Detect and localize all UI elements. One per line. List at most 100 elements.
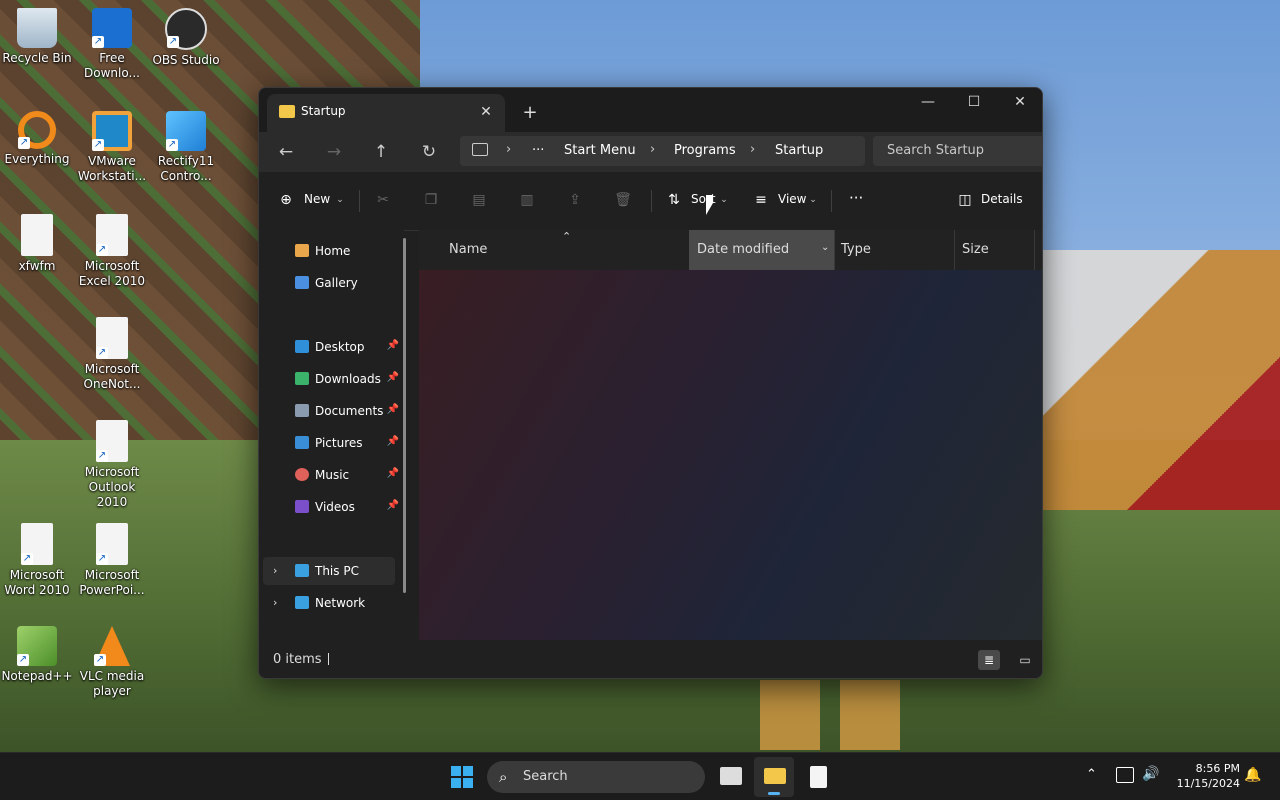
volume-icon[interactable]: 🔊 [1142, 766, 1159, 782]
more-options-button[interactable]: ··· [849, 189, 863, 207]
notification-bell-icon[interactable]: 🔔 [1244, 767, 1261, 783]
downloads-icon [295, 372, 309, 385]
more-crumbs-button[interactable]: ··· [532, 143, 544, 158]
this-pc-icon [472, 143, 488, 156]
pin-icon: 📌 [386, 468, 399, 479]
rename-icon[interactable]: ▥ [518, 191, 536, 209]
minimize-button[interactable]: — [905, 88, 951, 118]
taskbar: ⌕ Search ⌃ 🔊 8:56 PM 11/15/2024 🔔 [0, 752, 1280, 800]
new-button[interactable]: New [304, 192, 330, 206]
column-size[interactable]: Size [962, 242, 989, 257]
notepadpp-icon: ↗ [17, 626, 57, 666]
view-icon: ≡ [755, 192, 767, 208]
desktop-icon-vmware[interactable]: ↗ VMware Workstati... [75, 105, 149, 184]
tab-title: Startup [301, 104, 346, 118]
desktop-icon-word[interactable]: ↗ Microsoft Word 2010 [0, 517, 74, 598]
desktop-icon-rectify11[interactable]: ↗ Rectify11 Contro... [149, 105, 223, 184]
desktop-icon-obs-studio[interactable]: ↗ OBS Studio [149, 2, 223, 68]
desktop-icon-free-download-manager[interactable]: ↗ Free Downlo... [75, 2, 149, 81]
pin-icon: 📌 [386, 404, 399, 415]
file-explorer-taskbar-icon[interactable] [754, 757, 794, 797]
chevron-down-icon: ⌄ [809, 195, 817, 205]
refresh-icon[interactable]: ↻ [414, 138, 444, 166]
desktop-icon-excel[interactable]: ↗ Microsoft Excel 2010 [75, 208, 149, 289]
chevron-down-icon: ⌄ [336, 195, 344, 205]
tab-startup[interactable]: Startup ✕ [267, 94, 505, 132]
sidebar-item-gallery[interactable]: Gallery [289, 269, 399, 297]
sidebar-item-pictures[interactable]: Pictures 📌 [289, 429, 399, 457]
chevron-right-icon[interactable]: › [273, 564, 277, 577]
breadcrumb-programs[interactable]: Programs [674, 143, 736, 158]
delete-icon[interactable]: 🗑 [614, 191, 632, 209]
network-status-icon[interactable] [1116, 767, 1134, 783]
search-icon: ⌕ [499, 768, 508, 786]
blank-file-icon [21, 214, 53, 256]
close-button[interactable]: ✕ [997, 88, 1042, 118]
pictures-icon [295, 436, 309, 449]
close-tab-icon[interactable]: ✕ [475, 101, 497, 123]
word-file-icon: ↗ [21, 523, 53, 565]
desktop-icon-onenote[interactable]: ↗ Microsoft OneNot... [75, 311, 149, 392]
sidebar-item-desktop[interactable]: Desktop 📌 [289, 333, 399, 361]
cut-icon[interactable]: ✂ [374, 191, 392, 209]
desktop-icon-everything[interactable]: ↗ Everything [0, 105, 74, 167]
desktop-icon-notepadpp[interactable]: ↗ Notepad++ [0, 620, 74, 684]
maximize-button[interactable]: ☐ [951, 88, 997, 118]
chevron-down-icon[interactable]: ⌄ [821, 242, 829, 253]
chevron-down-icon: ⌄ [720, 195, 728, 205]
sort-icon: ⇅ [668, 192, 680, 208]
task-view-icon[interactable] [720, 767, 742, 785]
sidebar-item-this-pc[interactable]: › This PC [263, 557, 395, 585]
obs-studio-icon: ↗ [165, 8, 207, 50]
title-bar: Startup ✕ + — ☐ ✕ [259, 88, 1042, 132]
desktop-icon-vlc[interactable]: ↗ VLC media player [75, 620, 149, 699]
folder-icon [279, 105, 295, 118]
forward-arrow-icon[interactable]: → [319, 138, 349, 166]
navigation-bar: ← → ↑ ↻ › ··· Start Menu › Programs › St… [259, 132, 1042, 172]
details-view-icon[interactable]: ≣ [978, 650, 1000, 670]
paste-icon[interactable]: ▤ [470, 191, 488, 209]
sidebar-item-documents[interactable]: Documents 📌 [289, 397, 399, 425]
status-bar: 0 items ≣ ▭ [259, 640, 1042, 678]
details-button[interactable]: Details [981, 192, 1023, 206]
breadcrumb-startup[interactable]: Startup [775, 143, 823, 158]
item-count: 0 items [273, 652, 322, 667]
up-arrow-icon[interactable]: ↑ [366, 138, 396, 166]
sidebar-item-network[interactable]: › Network [263, 589, 395, 617]
chevron-right-icon: › [750, 142, 756, 157]
tiles-view-icon[interactable]: ▭ [1014, 650, 1036, 670]
search-placeholder: Search Startup [887, 143, 985, 158]
copy-icon[interactable]: ❐ [422, 191, 440, 209]
home-icon [295, 244, 309, 257]
clock[interactable]: 8:56 PM 11/15/2024 [1170, 761, 1240, 791]
this-pc-icon [295, 564, 309, 577]
desktop-icon-recycle-bin[interactable]: Recycle Bin [0, 2, 74, 66]
sidebar-item-music[interactable]: Music 📌 [289, 461, 399, 489]
pin-icon: 📌 [386, 436, 399, 447]
column-date-modified[interactable]: Date modified [697, 242, 789, 257]
desktop-icon-outlook[interactable]: ↗ Microsoft Outlook 2010 [75, 414, 149, 510]
breadcrumb-start-menu[interactable]: Start Menu [564, 143, 636, 158]
taskbar-search[interactable]: ⌕ Search [487, 761, 705, 793]
sidebar-item-videos[interactable]: Videos 📌 [289, 493, 399, 521]
excel-file-icon: ↗ [96, 214, 128, 256]
clock-time: 8:56 PM [1195, 762, 1240, 775]
search-box[interactable]: Search Startup [873, 136, 1042, 166]
sidebar-item-home[interactable]: Home [289, 237, 399, 265]
column-type[interactable]: Type [841, 242, 871, 257]
desktop-icon-powerpoint[interactable]: ↗ Microsoft PowerPoi... [75, 517, 149, 598]
share-icon[interactable]: ⇪ [566, 191, 584, 209]
sidebar-item-downloads[interactable]: Downloads 📌 [289, 365, 399, 393]
notepad-taskbar-icon[interactable] [810, 766, 827, 788]
chevron-up-icon[interactable]: ⌃ [1086, 767, 1097, 782]
text-cursor [328, 653, 329, 665]
address-bar[interactable]: › ··· Start Menu › Programs › Startup [460, 136, 865, 166]
chevron-right-icon[interactable]: › [273, 596, 277, 609]
sidebar-scrollbar[interactable] [403, 238, 406, 593]
new-tab-button[interactable]: + [517, 100, 543, 126]
view-button[interactable]: View [778, 192, 806, 206]
column-name[interactable]: Name [449, 242, 487, 257]
desktop-icon-xfwfm[interactable]: xfwfm [0, 208, 74, 274]
start-button[interactable] [451, 766, 473, 788]
back-arrow-icon[interactable]: ← [271, 138, 301, 166]
